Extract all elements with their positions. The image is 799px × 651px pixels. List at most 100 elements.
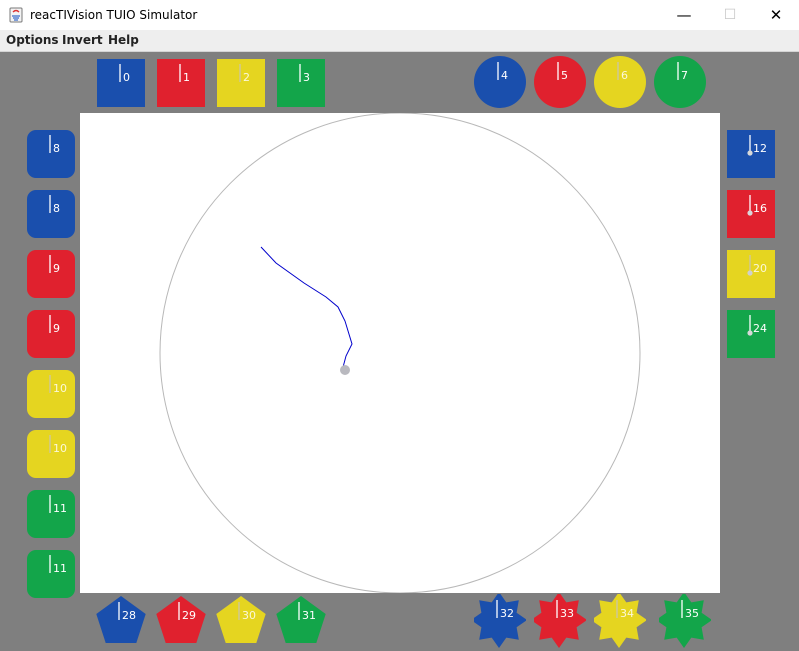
star-shape bbox=[534, 594, 586, 648]
star-shape bbox=[474, 594, 526, 648]
title-bar: reacTIVision TUIO Simulator — ☐ ✕ bbox=[0, 0, 799, 30]
fiducial-circle-6[interactable]: 6 bbox=[594, 56, 646, 110]
rounded-shape bbox=[27, 370, 75, 418]
fiducial-id-label: 10 bbox=[53, 442, 67, 455]
rounded-token-graphic: 8 bbox=[27, 130, 75, 178]
fiducial-id-label: 11 bbox=[53, 502, 67, 515]
tuio-table[interactable] bbox=[80, 113, 720, 593]
fiducial-square-12[interactable]: 12 bbox=[726, 129, 778, 183]
fiducial-star-35[interactable]: 35 bbox=[659, 594, 711, 648]
square-shape bbox=[217, 59, 265, 107]
fiducial-pentagon-31[interactable]: 31 bbox=[276, 596, 328, 650]
center-dot bbox=[747, 330, 753, 336]
fiducial-id-label: 0 bbox=[123, 71, 130, 84]
rounded-token-graphic: 8 bbox=[27, 190, 75, 238]
fiducial-id-label: 5 bbox=[561, 69, 568, 82]
pentagon-token-graphic: 28 bbox=[96, 596, 146, 643]
fiducial-square-16[interactable]: 16 bbox=[726, 189, 778, 243]
square-token-graphic: 0 bbox=[97, 59, 145, 107]
fiducial-square-20[interactable]: 20 bbox=[726, 249, 778, 303]
pentagon-shape bbox=[96, 596, 146, 643]
table-surface bbox=[80, 113, 720, 593]
square-token-graphic: 1 bbox=[157, 59, 205, 107]
rounded-token-graphic: 10 bbox=[27, 430, 75, 478]
fiducial-rounded-10[interactable]: 10 bbox=[26, 369, 78, 423]
fiducial-pentagon-29[interactable]: 29 bbox=[156, 596, 208, 650]
star-token-graphic: 35 bbox=[659, 594, 711, 648]
menu-help[interactable]: Help bbox=[108, 33, 139, 47]
circle-shape bbox=[534, 56, 586, 108]
circle-shape bbox=[594, 56, 646, 108]
square-shape bbox=[277, 59, 325, 107]
star-token-graphic: 34 bbox=[594, 594, 646, 648]
rounded-shape bbox=[27, 130, 75, 178]
fiducial-circle-7[interactable]: 7 bbox=[654, 56, 706, 110]
pentagon-token-graphic: 29 bbox=[156, 596, 206, 643]
fiducial-id-label: 2 bbox=[243, 71, 250, 84]
circle-token-graphic: 5 bbox=[534, 56, 586, 108]
maximize-icon: ☐ bbox=[723, 7, 737, 23]
rounded-token-graphic: 9 bbox=[27, 250, 75, 298]
fiducial-star-33[interactable]: 33 bbox=[534, 594, 586, 648]
close-button[interactable]: ✕ bbox=[753, 0, 799, 30]
pentagon-shape bbox=[216, 596, 266, 643]
fiducial-id-label: 16 bbox=[753, 202, 767, 215]
fiducial-rounded-10[interactable]: 10 bbox=[26, 429, 78, 483]
fiducial-square-24[interactable]: 24 bbox=[726, 309, 778, 363]
fiducial-rounded-8[interactable]: 8 bbox=[26, 129, 78, 183]
fiducial-star-32[interactable]: 32 bbox=[474, 594, 526, 648]
star-token-graphic: 32 bbox=[474, 594, 526, 648]
fiducial-id-label: 32 bbox=[500, 607, 514, 620]
center-dot bbox=[747, 270, 753, 276]
java-app-icon bbox=[9, 7, 23, 23]
fiducial-id-label: 11 bbox=[53, 562, 67, 575]
fiducial-id-label: 9 bbox=[53, 322, 60, 335]
fiducial-id-label: 8 bbox=[53, 142, 60, 155]
cursor-point[interactable] bbox=[340, 365, 350, 375]
fiducial-pentagon-30[interactable]: 30 bbox=[216, 596, 268, 650]
rounded-shape bbox=[27, 250, 75, 298]
fiducial-rounded-8[interactable]: 8 bbox=[26, 189, 78, 243]
square-token-graphic: 3 bbox=[277, 59, 325, 107]
minimize-button[interactable]: — bbox=[661, 0, 707, 30]
rounded-token-graphic: 11 bbox=[27, 550, 75, 598]
fiducial-id-label: 33 bbox=[560, 607, 574, 620]
fiducial-rounded-11[interactable]: 11 bbox=[26, 489, 78, 543]
rounded-shape bbox=[27, 430, 75, 478]
menu-invert[interactable]: Invert bbox=[62, 33, 103, 47]
fiducial-rounded-9[interactable]: 9 bbox=[26, 309, 78, 363]
fiducial-id-label: 28 bbox=[122, 609, 136, 622]
fiducial-square-0[interactable]: 0 bbox=[96, 58, 148, 112]
fiducial-id-label: 10 bbox=[53, 382, 67, 395]
square-token-graphic: 24 bbox=[727, 310, 775, 358]
fiducial-id-label: 29 bbox=[182, 609, 196, 622]
fiducial-star-34[interactable]: 34 bbox=[594, 594, 646, 648]
fiducial-id-label: 9 bbox=[53, 262, 60, 275]
fiducial-square-1[interactable]: 1 bbox=[156, 58, 208, 112]
pentagon-shape bbox=[156, 596, 206, 643]
circle-token-graphic: 4 bbox=[474, 56, 526, 108]
fiducial-id-label: 30 bbox=[242, 609, 256, 622]
square-token-graphic: 12 bbox=[727, 130, 775, 178]
fiducial-pentagon-28[interactable]: 28 bbox=[96, 596, 148, 650]
fiducial-id-label: 1 bbox=[183, 71, 190, 84]
fiducial-rounded-9[interactable]: 9 bbox=[26, 249, 78, 303]
fiducial-id-label: 3 bbox=[303, 71, 310, 84]
rounded-shape bbox=[27, 310, 75, 358]
fiducial-square-2[interactable]: 2 bbox=[216, 58, 268, 112]
rounded-shape bbox=[27, 550, 75, 598]
fiducial-rounded-11[interactable]: 11 bbox=[26, 549, 78, 603]
fiducial-square-3[interactable]: 3 bbox=[276, 58, 328, 112]
star-token-graphic: 33 bbox=[534, 594, 586, 648]
rounded-token-graphic: 10 bbox=[27, 370, 75, 418]
square-shape bbox=[97, 59, 145, 107]
maximize-button[interactable]: ☐ bbox=[707, 0, 753, 30]
menu-options[interactable]: Options bbox=[6, 33, 59, 47]
fiducial-id-label: 31 bbox=[302, 609, 316, 622]
fiducial-id-label: 8 bbox=[53, 202, 60, 215]
rounded-shape bbox=[27, 490, 75, 538]
center-dot bbox=[747, 210, 753, 216]
fiducial-circle-5[interactable]: 5 bbox=[534, 56, 586, 110]
circle-token-graphic: 6 bbox=[594, 56, 646, 108]
fiducial-circle-4[interactable]: 4 bbox=[474, 56, 526, 110]
